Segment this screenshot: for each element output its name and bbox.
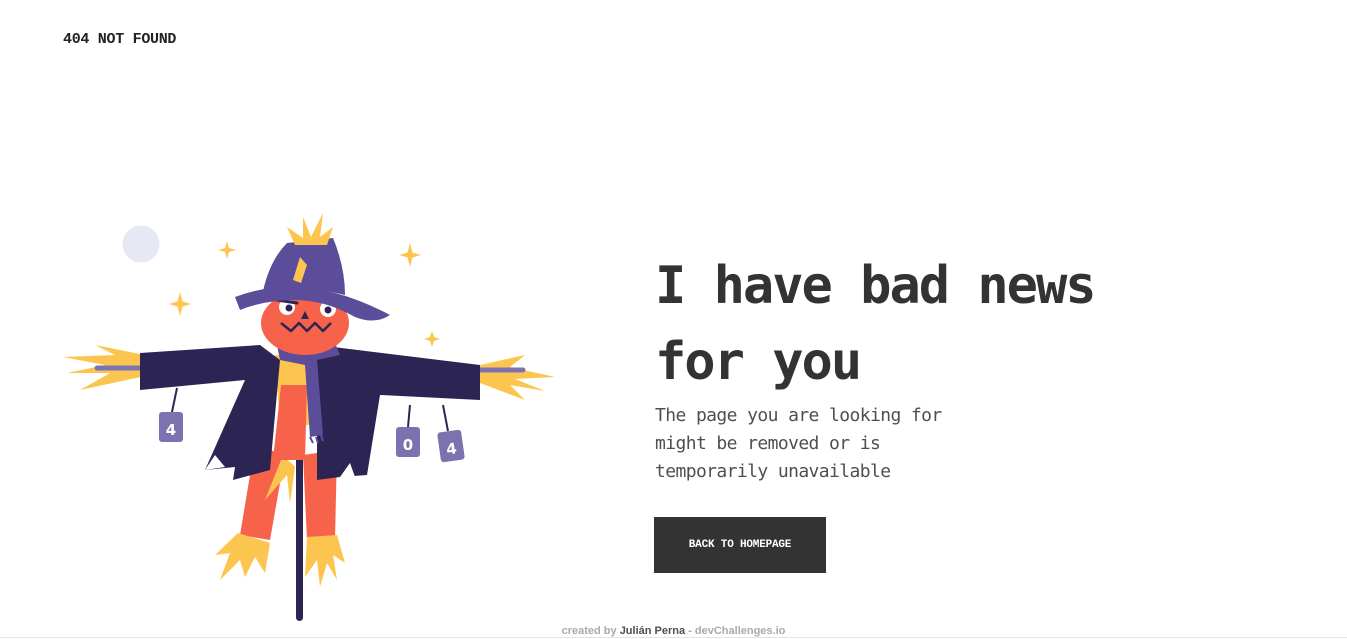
can-label: 4 <box>166 421 176 439</box>
sparkle-icon <box>218 241 236 259</box>
footer-author: Julián Perna <box>619 625 686 637</box>
sparkle-icon <box>169 292 191 316</box>
page-headline: I have bad news for you <box>655 256 1097 392</box>
pole <box>296 445 303 621</box>
sparkle-icon <box>399 243 421 267</box>
site-logo[interactable]: 404 NOT FOUND <box>63 31 176 48</box>
footer-credit: created by Julián Perna - devChallenges.… <box>0 625 1347 637</box>
footer-site-link[interactable]: devChallenges.io <box>695 625 785 637</box>
scarecrow-illustration: 4 0 4 <box>63 213 555 621</box>
moon-icon <box>122 225 160 263</box>
back-to-homepage-button[interactable]: BACK TO HOMEPAGE <box>654 517 826 573</box>
footer-divider <box>0 637 1347 638</box>
footer-separator: - <box>688 625 692 637</box>
can-label: 0 <box>403 436 413 454</box>
sparkle-icon <box>424 331 440 347</box>
footer-prefix: created by <box>561 625 617 637</box>
page-description: The page you are looking for might be re… <box>655 405 942 482</box>
